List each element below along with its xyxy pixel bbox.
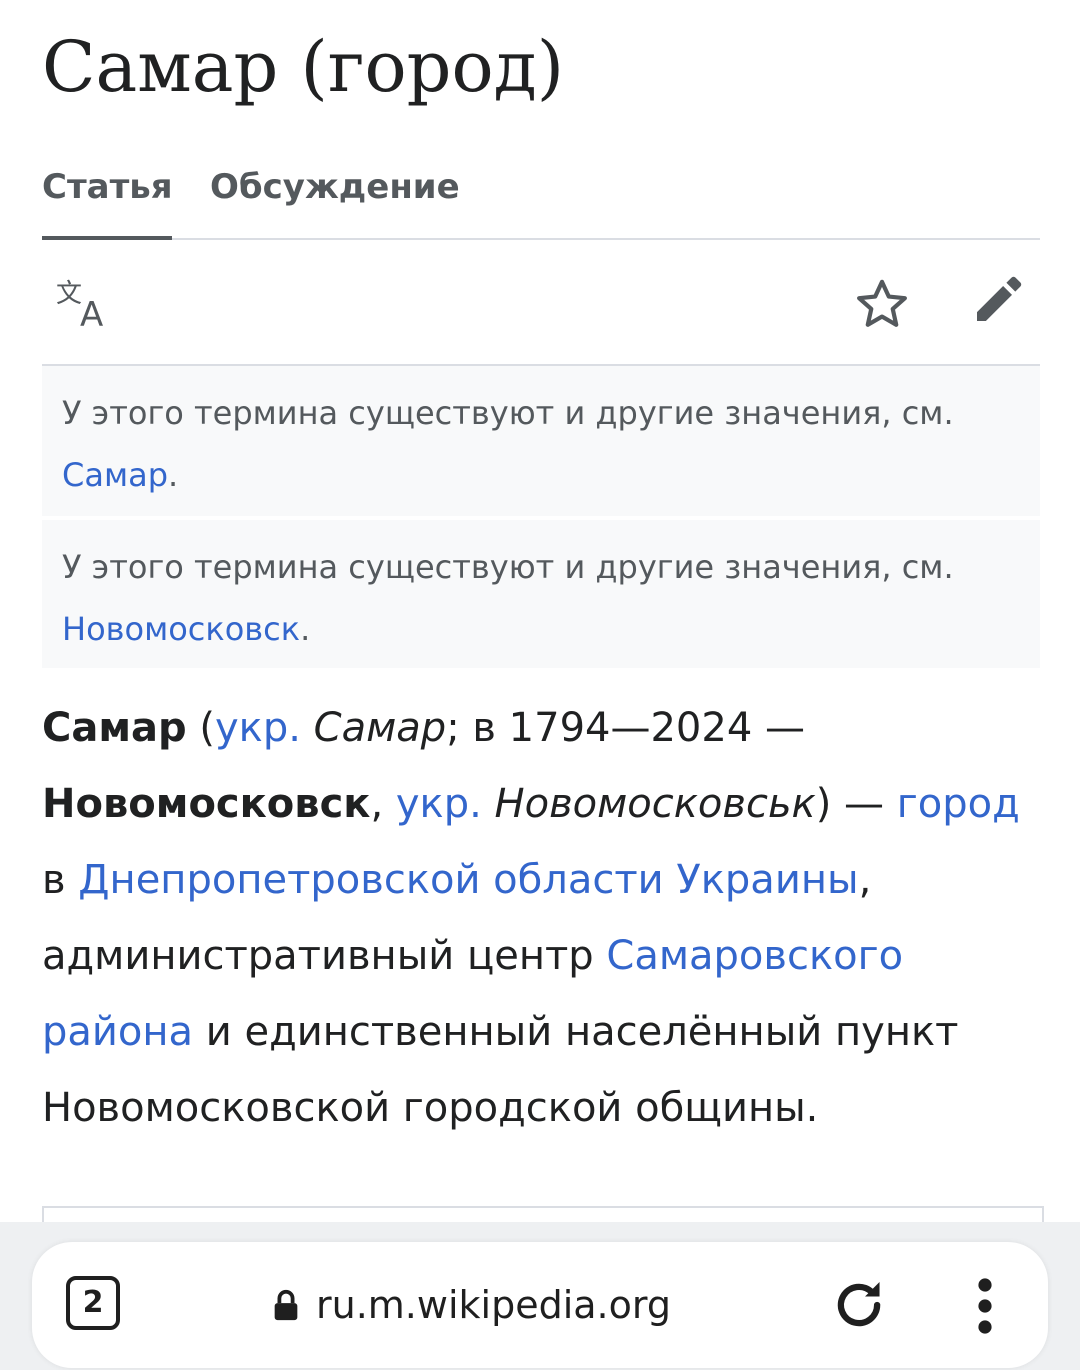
former-name: Новомосковск	[42, 781, 371, 827]
lead-text: ) —	[815, 781, 897, 827]
lock-icon	[274, 1289, 298, 1321]
page-actions-toolbar: 文 A	[42, 240, 1040, 366]
star-icon[interactable]	[854, 276, 910, 332]
translate-icon[interactable]: 文 A	[56, 276, 116, 332]
pencil-icon[interactable]	[970, 272, 1026, 328]
hatnote-samar: У этого термина существуют и другие знач…	[42, 366, 1040, 516]
lead-paragraph: Самар (укр. Самар; в 1794—2024 — Новомос…	[42, 690, 1040, 1146]
hatnote-period: .	[300, 610, 311, 648]
lead-text: ,	[370, 781, 396, 827]
hatnote-period: .	[168, 456, 179, 494]
reload-icon[interactable]	[830, 1276, 888, 1334]
svg-text:A: A	[80, 295, 103, 332]
hatnote-link-novomoskovsk[interactable]: Новомосковск	[62, 610, 300, 648]
browser-address-bar[interactable]: 2 ru.m.wikipedia.org	[32, 1242, 1048, 1368]
lead-text: в	[42, 857, 79, 903]
hatnote-novomoskovsk: У этого термина существуют и другие знач…	[42, 520, 1040, 668]
ukr-name-1: Самар	[313, 705, 447, 751]
tab-article[interactable]: Статья	[42, 160, 173, 240]
oblast-link[interactable]: Днепропетровской области Украины	[78, 857, 858, 903]
hatnote-link-samar[interactable]: Самар	[62, 456, 168, 494]
more-options-icon[interactable]	[970, 1276, 1000, 1336]
svg-text:文: 文	[56, 279, 82, 309]
city-link[interactable]: город	[897, 781, 1020, 827]
page-title: Самар (город)	[42, 26, 565, 108]
lead-text: ; в 1794—2024 —	[446, 705, 805, 751]
url-text[interactable]: ru.m.wikipedia.org	[316, 1272, 671, 1338]
hatnote-text: У этого термина существуют и другие знач…	[62, 394, 954, 432]
ukr-lang-link-1[interactable]: укр.	[215, 705, 301, 751]
article-tabs: Статья Обсуждение	[42, 160, 1040, 240]
tab-switcher-button[interactable]: 2	[66, 1276, 120, 1330]
tab-discussion[interactable]: Обсуждение	[210, 160, 460, 236]
ukr-lang-link-2[interactable]: укр.	[396, 781, 482, 827]
subject-name: Самар	[42, 705, 187, 751]
hatnote-text: У этого термина существуют и другие знач…	[62, 548, 954, 586]
lead-text: (	[186, 705, 215, 751]
ukr-name-2: Новомосковськ	[494, 781, 816, 827]
